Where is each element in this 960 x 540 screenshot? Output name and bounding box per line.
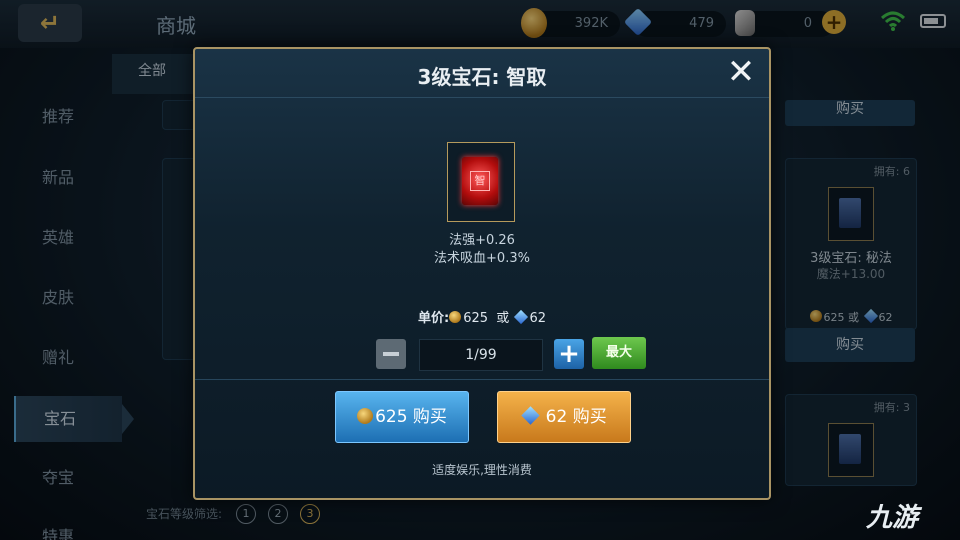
watermark-logo: 九游 (866, 503, 919, 533)
decrease-quantity-button[interactable] (376, 339, 406, 369)
health-notice: 适度娱乐,理性消费 (432, 463, 532, 477)
buy-with-diamond-button[interactable]: 62 购买 (497, 391, 631, 443)
gold-coin-icon (449, 311, 462, 323)
gem-preview: 智 (447, 142, 515, 222)
purchase-dialog: 3级宝石: 智取 ✕ 智 法强+0.26 法术吸血+0.3% 单价: 625 或 … (193, 47, 771, 500)
dialog-title: 3级宝石: 智取 (417, 65, 547, 89)
red-gem-icon: 智 (462, 157, 498, 205)
unit-price-label: 单价: (418, 311, 450, 326)
unit-price-gold: 625 (463, 311, 489, 326)
quantity-field[interactable]: 1/99 (419, 339, 543, 371)
close-icon[interactable]: ✕ (723, 55, 759, 91)
stat-spell-vamp: 法术吸血+0.3% (434, 251, 530, 266)
unit-price: 单价: 625 或 62 (418, 309, 546, 326)
gold-coin-icon (357, 408, 374, 424)
diamond-icon (514, 309, 529, 325)
max-quantity-button[interactable]: 最大 (592, 337, 646, 369)
stat-magic-power: 法强+0.26 (449, 233, 515, 248)
unit-price-diamond: 62 (529, 311, 546, 326)
increase-quantity-button[interactable]: + (554, 339, 584, 369)
buy-with-gold-button[interactable]: 625 购买 (335, 391, 469, 443)
divider (195, 379, 769, 380)
diamond-icon (521, 406, 540, 425)
gem-glyph: 智 (470, 171, 490, 191)
